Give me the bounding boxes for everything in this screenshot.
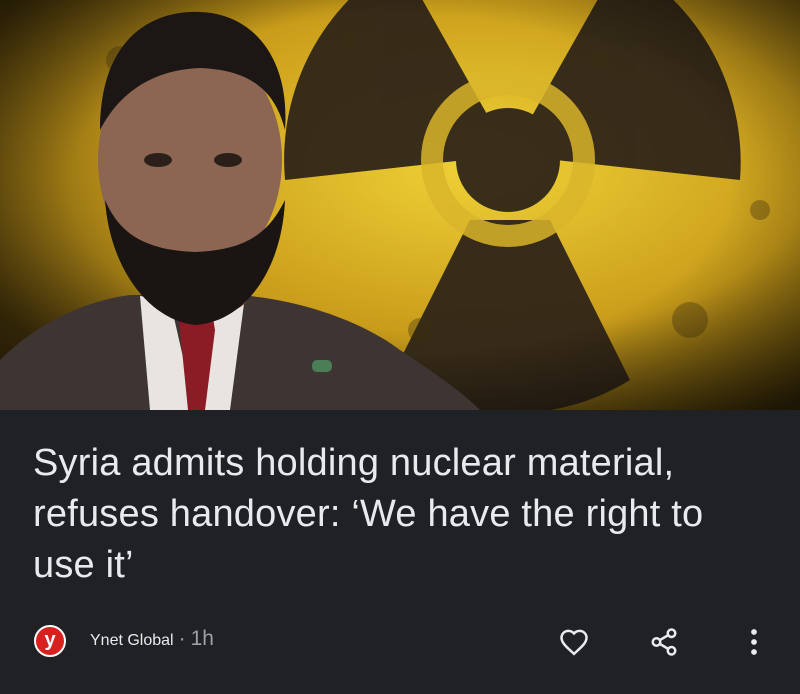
article-image[interactable] xyxy=(0,0,800,410)
more-vertical-icon xyxy=(751,629,757,655)
ynet-logo-icon: y xyxy=(34,625,66,657)
publish-time: 1h xyxy=(190,627,214,650)
news-card[interactable]: Syria admits holding nuclear material, r… xyxy=(0,0,800,694)
separator-dot: · xyxy=(178,627,186,650)
article-headline[interactable]: Syria admits holding nuclear material, r… xyxy=(33,438,773,591)
source-name[interactable]: Ynet Global xyxy=(90,632,174,649)
more-options-button[interactable] xyxy=(732,620,776,664)
share-icon xyxy=(651,628,677,656)
heart-icon xyxy=(560,629,588,656)
radiation-hazard-illustration xyxy=(0,0,800,410)
source-info[interactable]: Ynet Global · 1h xyxy=(90,627,214,651)
share-button[interactable] xyxy=(642,620,686,664)
like-button[interactable] xyxy=(552,620,596,664)
article-meta-row: y Ynet Global · 1h xyxy=(0,612,800,662)
